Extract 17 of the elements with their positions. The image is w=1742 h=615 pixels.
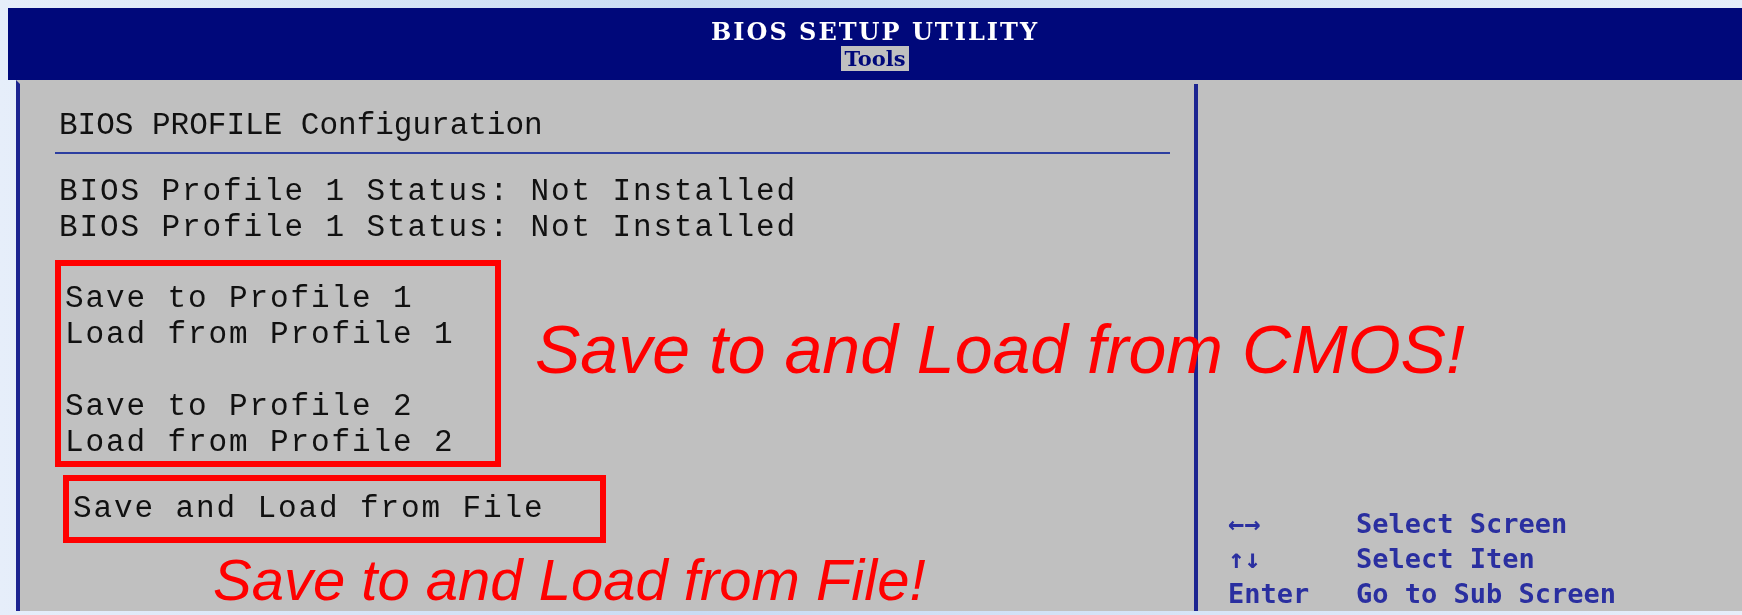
help-key: ↑↓ bbox=[1228, 541, 1356, 576]
help-action: Select Screen bbox=[1356, 507, 1568, 541]
menu-item[interactable]: Load from Profile 2 bbox=[65, 425, 455, 461]
help-key: ←→ bbox=[1228, 506, 1356, 541]
help-action: Select Iten bbox=[1356, 542, 1535, 576]
section-heading: BIOS PROFILE Configuration bbox=[59, 107, 544, 145]
help-action: Go to Sub Screen bbox=[1356, 577, 1617, 611]
help-key: Enter bbox=[1228, 576, 1356, 611]
menu-item[interactable]: Save and Load from File bbox=[73, 491, 545, 527]
status-text: BIOS Profile 1 Status: Not Installed bbox=[59, 210, 799, 246]
menu-item[interactable]: Save to Profile 1 bbox=[65, 281, 455, 317]
annotation-text: Save to and Load from File! bbox=[213, 546, 926, 613]
menu-tab[interactable]: Tools bbox=[841, 46, 909, 71]
menu-item[interactable]: Load from Profile 1 bbox=[65, 317, 455, 353]
bios-title: BIOS SETUP UTILITY bbox=[711, 17, 1039, 46]
menu-item[interactable]: Save to Profile 2 bbox=[65, 389, 455, 425]
status-text: BIOS Profile 1 Status: Not Installed bbox=[59, 174, 799, 210]
